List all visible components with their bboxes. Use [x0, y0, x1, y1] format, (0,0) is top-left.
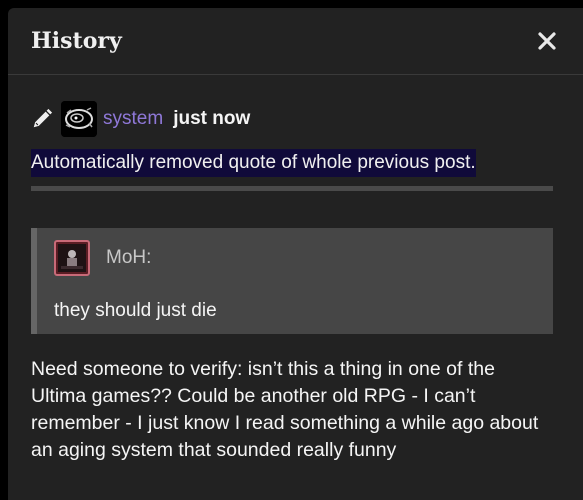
close-icon — [538, 32, 556, 50]
quote-text: they should just die — [54, 300, 217, 321]
avatar[interactable] — [61, 101, 97, 137]
username-link[interactable]: system — [103, 108, 163, 130]
quote-avatar[interactable] — [54, 240, 90, 276]
modal-header: History — [8, 8, 583, 75]
close-button[interactable] — [527, 21, 567, 61]
revision-diff-text: Automatically removed quote of whole pre… — [31, 149, 476, 177]
quote-header: MoH: — [54, 240, 553, 276]
pencil-icon — [33, 108, 53, 128]
quote-block: MoH: they should just die — [31, 228, 553, 334]
modal-title: History — [31, 28, 122, 54]
revision-time: just now — [173, 108, 251, 129]
history-modal: History system just now Automatically re… — [8, 8, 583, 500]
system-logo-icon — [61, 101, 97, 137]
divider — [31, 186, 553, 191]
quote-avatar-image-icon — [58, 244, 86, 272]
post-body: Need someone to verify: isn’t this a thi… — [31, 358, 539, 461]
quote-author: MoH: — [106, 247, 152, 268]
revision-meta: system just now — [31, 101, 583, 137]
